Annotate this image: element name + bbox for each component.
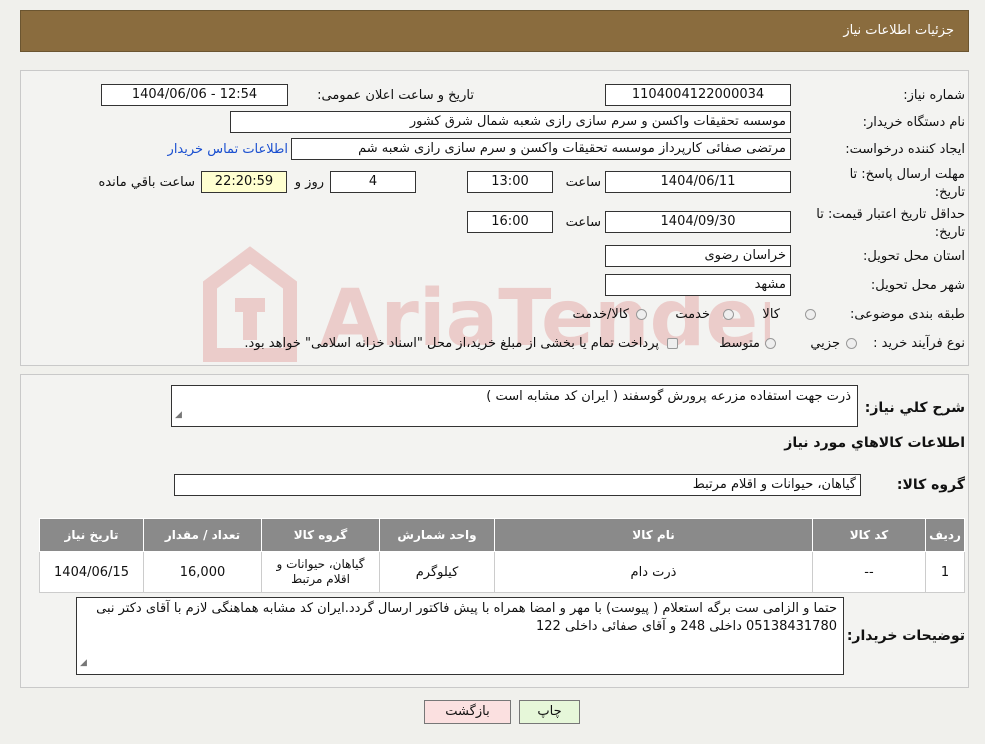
goods-group-field: گیاهان، حیوانات و اقلام مرتبط bbox=[174, 474, 861, 496]
category-both-label: کالا/خدمت bbox=[572, 307, 629, 322]
resize-grip-icon[interactable]: ◢ bbox=[80, 654, 87, 672]
table-row: 1 -- ذرت دام کیلوگرم گیاهان، حیوانات و ا… bbox=[39, 551, 965, 593]
back-button[interactable]: بازگشت bbox=[424, 700, 511, 724]
deadline-time-label: ساعت bbox=[565, 175, 601, 190]
cell-item-code: -- bbox=[812, 551, 926, 593]
deadline-label-line2: تاریخ: bbox=[934, 185, 965, 200]
deadline-days-field: 4 bbox=[330, 171, 416, 193]
category-label: طبقه بندی موضوعی: bbox=[849, 307, 965, 322]
category-service-radio[interactable] bbox=[723, 309, 734, 320]
category-goods-radio[interactable] bbox=[805, 309, 816, 320]
category-both-radio[interactable] bbox=[636, 309, 647, 320]
payment-note: پرداخت تمام یا بخشی از مبلغ خرید،از محل … bbox=[244, 336, 659, 351]
validity-date-field: 1404/09/30 bbox=[605, 211, 791, 233]
announce-datetime-label: تاریخ و ساعت اعلان عمومی: bbox=[317, 88, 474, 103]
category-goods-label: کالا bbox=[762, 307, 780, 322]
goods-table: رديف كد كالا نام كالا واحد شمارش گروه كا… bbox=[39, 518, 965, 593]
page-header: جزئیات اطلاعات نیاز bbox=[20, 10, 969, 52]
requester-field: مرتضی صفائی کارپرداز موسسه تحقیقات واکسن… bbox=[291, 138, 791, 160]
print-button[interactable]: چاپ bbox=[519, 700, 580, 724]
validity-label-line2: تاریخ: bbox=[934, 225, 965, 240]
city-label: شهر محل تحویل: bbox=[870, 278, 965, 293]
deadline-date-field: 1404/06/11 bbox=[605, 171, 791, 193]
process-medium-radio[interactable] bbox=[765, 338, 776, 349]
deadline-label: مهلت ارسال پاسخ: تا تاریخ: bbox=[850, 166, 965, 202]
process-medium-label: متوسط bbox=[719, 336, 760, 351]
city-field: مشهد bbox=[605, 274, 791, 296]
day-and-label: روز و bbox=[294, 175, 324, 190]
validity-time-field: 16:00 bbox=[467, 211, 553, 233]
buyer-notes-label: توضیحات خریدار: bbox=[846, 628, 965, 644]
remaining-label: ساعت باقي مانده bbox=[98, 175, 195, 190]
deadline-label-line1: مهلت ارسال پاسخ: تا bbox=[849, 167, 965, 182]
deadline-time-field: 13:00 bbox=[467, 171, 553, 193]
buyer-org-field: موسسه تحقیقات واکسن و سرم سازی رازی شعبه… bbox=[230, 111, 791, 133]
province-label: استان محل تحویل: bbox=[863, 249, 965, 264]
col-item-name: نام كالا bbox=[494, 518, 813, 552]
cell-row-number: 1 bbox=[925, 551, 965, 593]
buyer-contact-link[interactable]: اطلاعات تماس خریدار bbox=[168, 142, 288, 157]
announce-datetime-value: 1404/06/06 - 12:54 bbox=[131, 87, 258, 102]
col-row-number: رديف bbox=[925, 518, 965, 552]
cell-need-date: 1404/06/15 bbox=[39, 551, 144, 593]
buyer-notes-text: حتما و الزامی ست برگه استعلام ( پیوست) ب… bbox=[96, 601, 837, 634]
cell-unit: کیلوگرم bbox=[379, 551, 495, 593]
validity-label: حداقل تاریخ اعتبار قیمت: تا تاریخ: bbox=[816, 206, 965, 242]
col-quantity: تعداد / مقدار bbox=[143, 518, 262, 552]
buyer-org-label: نام دستگاه خریدار: bbox=[862, 115, 965, 130]
page-title: جزئیات اطلاعات نیاز bbox=[843, 23, 954, 38]
cell-quantity: 16,000 bbox=[143, 551, 262, 593]
summary-field: ذرت جهت استفاده مزرعه پرورش گوسفند ( ایر… bbox=[171, 385, 858, 427]
category-service-label: خدمت bbox=[675, 307, 710, 322]
process-partial-label: جزیي bbox=[810, 336, 840, 351]
validity-time-label: ساعت bbox=[565, 215, 601, 230]
goods-group-label: گروه كالا: bbox=[896, 477, 965, 493]
buyer-notes-field: حتما و الزامی ست برگه استعلام ( پیوست) ب… bbox=[76, 597, 844, 675]
requester-label: ایجاد کننده درخواست: bbox=[845, 142, 965, 157]
need-number-label: شماره نیاز: bbox=[903, 88, 965, 103]
payment-note-checkbox[interactable] bbox=[667, 338, 678, 349]
remaining-time-field: 22:20:59 bbox=[201, 171, 287, 193]
col-need-date: تاريخ نياز bbox=[39, 518, 144, 552]
need-number-field: 1104004122000034 bbox=[605, 84, 791, 106]
goods-info-title: اطلاعات كالاهاي مورد نياز bbox=[784, 435, 965, 451]
col-item-code: كد كالا bbox=[812, 518, 926, 552]
summary-text: ذرت جهت استفاده مزرعه پرورش گوسفند ( ایر… bbox=[486, 389, 851, 404]
process-partial-radio[interactable] bbox=[846, 338, 857, 349]
process-label: نوع فرآیند خرید : bbox=[873, 336, 965, 351]
province-field: خراسان رضوی bbox=[605, 245, 791, 267]
summary-label: شرح كلي نياز: bbox=[864, 400, 965, 416]
table-header-row: رديف كد كالا نام كالا واحد شمارش گروه كا… bbox=[39, 518, 965, 552]
cell-goods-group: گیاهان، حیوانات و اقلام مرتبط bbox=[261, 551, 380, 593]
resize-grip-icon[interactable]: ◢ bbox=[175, 406, 182, 424]
announce-datetime-field: 1404/06/06 - 12:54 bbox=[101, 84, 288, 106]
col-unit: واحد شمارش bbox=[379, 518, 495, 552]
col-goods-group: گروه كالا bbox=[261, 518, 380, 552]
validity-label-line1: حداقل تاریخ اعتبار قیمت: تا bbox=[816, 207, 965, 222]
cell-item-name: ذرت دام bbox=[494, 551, 813, 593]
